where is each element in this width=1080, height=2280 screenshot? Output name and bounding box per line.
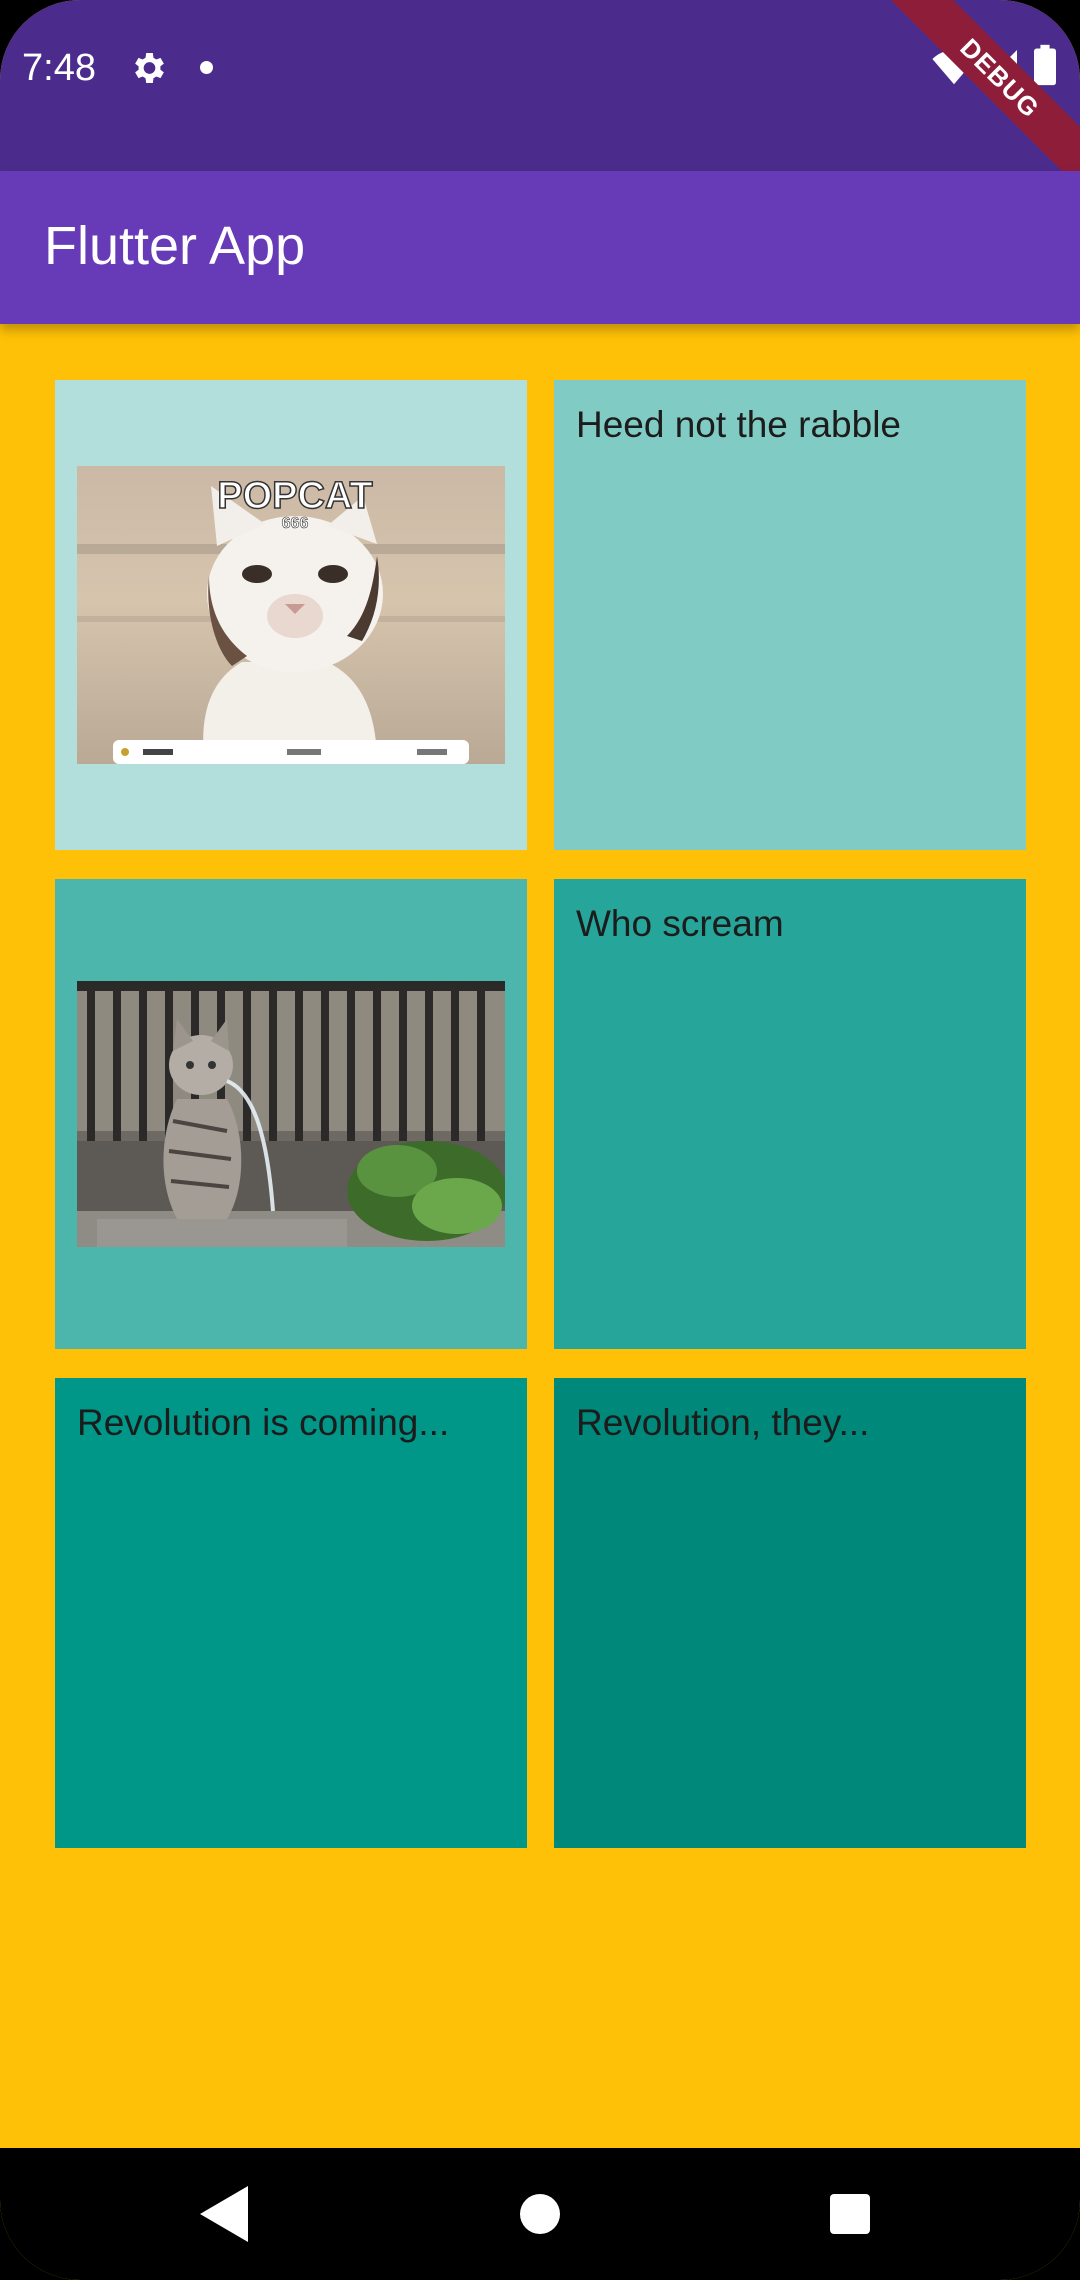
grid-tile-text-3: Revolution is coming... — [55, 1378, 527, 1848]
grid-tile-text-1: Heed not the rabble — [554, 380, 1026, 850]
navigation-bar — [0, 2148, 1080, 2280]
popcat-overlay-title: POPCAT — [217, 475, 373, 517]
status-bar: 7:48 DEBUG — [0, 0, 1080, 200]
grid-tile-cat-statue — [55, 879, 527, 1349]
grid-tile-text-4: Revolution, they... — [554, 1378, 1026, 1848]
cat-statue-image — [77, 981, 505, 1247]
tile-label: Who scream — [576, 903, 784, 944]
screen: 7:48 DEBUG Flutter App POPCAT 666 Heed n… — [0, 0, 1080, 2280]
battery-icon — [1034, 44, 1056, 86]
grid-tile-text-2: Who scream — [554, 879, 1026, 1349]
popcat-image: POPCAT 666 — [77, 466, 505, 764]
tile-label: Revolution is coming... — [77, 1402, 450, 1443]
back-icon[interactable] — [200, 2186, 248, 2242]
grid-tile-popcat: POPCAT 666 — [55, 380, 527, 850]
gear-icon — [135, 53, 164, 83]
popcat-overlay-count: 666 — [282, 515, 309, 532]
home-icon[interactable] — [520, 2194, 560, 2234]
recents-icon[interactable] — [830, 2194, 870, 2234]
debug-banner: DEBUG — [878, 0, 1080, 200]
tile-label: Revolution, they... — [576, 1402, 870, 1443]
app-bar: Flutter App — [0, 171, 1080, 324]
notification-dot-icon — [200, 61, 213, 74]
tile-label: Heed not the rabble — [576, 404, 902, 445]
status-time: 7:48 — [22, 47, 96, 89]
page-title: Flutter App — [44, 216, 306, 276]
